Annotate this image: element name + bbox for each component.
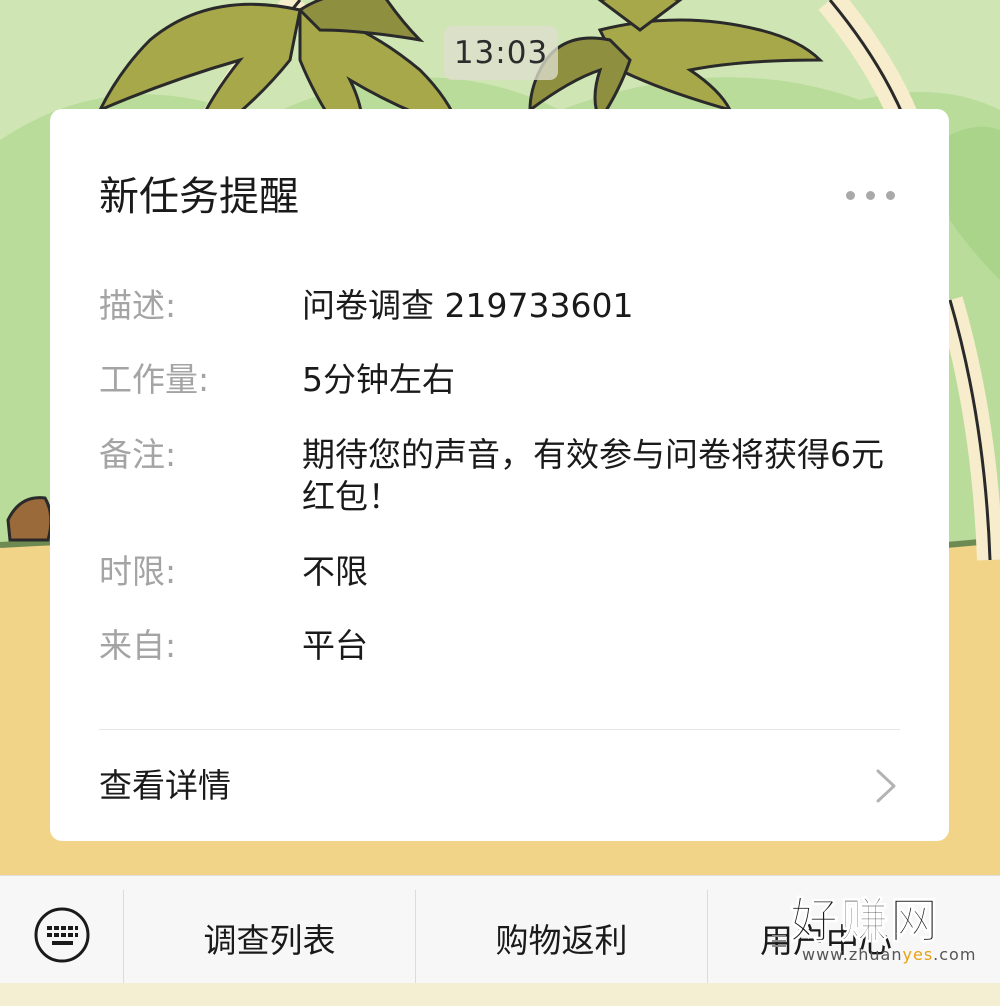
view-details-link[interactable]: 查看详情 (50, 730, 949, 841)
more-dots-icon[interactable] (846, 187, 896, 203)
site-watermark: 好赚网 www.zhuanyes.com (789, 893, 990, 973)
field-label: 描述: (99, 286, 177, 325)
task-notification-card: 新任务提醒 描述: 问卷调查 219733601 工作量: 5分钟左右 备注: … (50, 109, 949, 841)
field-label: 时限: (99, 552, 177, 591)
field-label: 来自: (99, 626, 177, 665)
field-label: 工作量: (99, 360, 210, 399)
keyboard-icon (34, 907, 90, 963)
field-value: 期待您的声音，有效参与问卷将获得6元红包！ (302, 435, 884, 516)
field-value: 不限 (302, 552, 368, 591)
timestamp-pill: 13:03 (444, 26, 558, 80)
field-value: 5分钟左右 (302, 360, 455, 399)
keyboard-toggle-button[interactable] (0, 876, 123, 983)
chevron-right-icon (876, 769, 896, 803)
menu-survey-list-button[interactable]: 调查列表 (124, 876, 415, 983)
menu-shopping-rebate-button[interactable]: 购物返利 (416, 876, 707, 983)
field-value: 平台 (302, 626, 368, 665)
watermark-brand: 好赚网 (789, 893, 941, 950)
card-title: 新任务提醒 (99, 174, 299, 220)
field-value: 问卷调查 219733601 (302, 286, 634, 325)
field-label: 备注: (99, 435, 177, 474)
view-details-label: 查看详情 (99, 766, 231, 805)
submenu-lines-icon (772, 935, 786, 947)
watermark-domain: www.zhuanyes.com (802, 945, 977, 964)
